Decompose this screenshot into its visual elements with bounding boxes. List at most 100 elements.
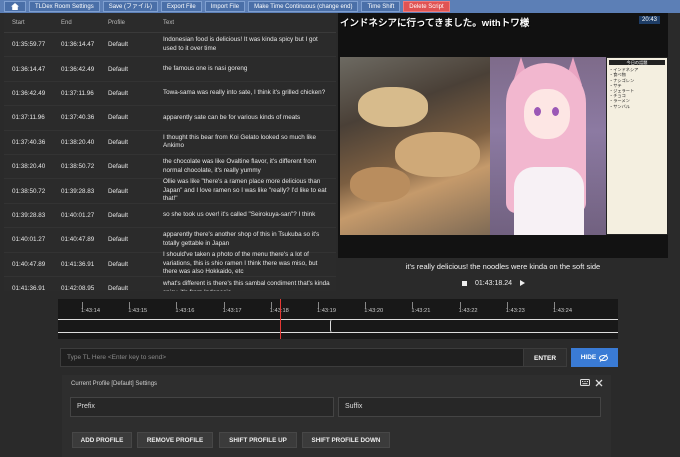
save-button[interactable]: Save (ファイル) — [102, 1, 159, 12]
row-profile: Default — [108, 187, 128, 195]
room-settings-button[interactable]: TLDex Room Settings — [29, 1, 100, 12]
table-row[interactable]: 01:36:42.49 01:37:11.96 Default Towa-sama w… — [4, 82, 336, 107]
make-time-continuous-button[interactable]: Make Time Continuous (change end) — [248, 1, 359, 12]
keyboard-icon[interactable] — [580, 379, 590, 386]
timeline-tick-label: 1:43:19 — [317, 308, 336, 314]
home-button[interactable] — [4, 1, 26, 12]
playhead[interactable] — [280, 299, 281, 339]
row-end-time: 01:40:01.27 — [61, 211, 95, 219]
table-row[interactable]: 01:40:01.27 01:40:47.89 Default apparently … — [4, 228, 336, 253]
row-start-time: 01:36:14.47 — [12, 65, 46, 73]
header-text: Text — [163, 19, 175, 26]
row-text: I should've taken a photo of the menu th… — [163, 251, 318, 276]
row-profile: Default — [108, 285, 128, 291]
current-subtitle: it's really delicious! the noodles were … — [405, 262, 601, 271]
table-row[interactable]: 01:37:40.36 01:38:20.40 Default I thought t… — [4, 131, 336, 155]
row-text: apparently sate can be for various kinds… — [163, 113, 301, 121]
video-letterbox — [338, 235, 668, 258]
row-text: I thought this bear from Koi Gelato look… — [163, 133, 316, 150]
topic-list: 今日の話題 ・インドネシア ・食べ物 ・ナシゴレン ・サテ ・ジェラート ・チョ… — [606, 57, 668, 235]
add-profile-button[interactable]: ADD PROFILE — [72, 432, 132, 448]
timeline-tick-label: 1:43:21 — [411, 308, 431, 314]
hide-label: HIDE — [580, 354, 597, 361]
row-profile: Default — [108, 41, 128, 49]
row-text: the famous one is nasi goreng — [163, 64, 248, 72]
row-end-time: 01:41:36.91 — [61, 260, 95, 268]
row-start-time: 01:37:40.36 — [12, 138, 46, 146]
table-row[interactable]: 01:40:47.89 01:41:36.91 Default I should've… — [4, 251, 336, 277]
row-text: Indonesian food is delicious! It was kin… — [163, 36, 318, 52]
row-text: so she took us over! it's called "Seirok… — [163, 211, 316, 219]
character-avatar — [490, 57, 606, 243]
profile-panel-icons — [580, 379, 603, 387]
delete-script-button[interactable]: Delete Script — [403, 1, 450, 12]
timeline[interactable]: 1:43:141:43:151:43:161:43:171:43:181:43:… — [58, 299, 618, 339]
timeline-tick-label: 1:43:20 — [364, 308, 384, 314]
remove-profile-button[interactable]: REMOVE PROFILE — [137, 432, 213, 448]
row-start-time: 01:38:50.72 — [12, 187, 46, 195]
row-end-time: 01:38:50.72 — [61, 163, 95, 171]
header-start: Start — [12, 19, 25, 26]
row-start-time: 01:39:28.83 — [12, 211, 46, 219]
top-toolbar: TLDex Room Settings Save (ファイル) Export F… — [0, 0, 680, 13]
table-body: 01:35:59.77 01:36:14.47 Default Indonesian … — [4, 33, 336, 291]
row-text: the chocolate was like Ovaltine flavor, … — [163, 158, 316, 174]
close-icon[interactable] — [595, 379, 603, 387]
topic-item: ・サンバル — [609, 103, 630, 109]
row-start-time: 01:36:42.49 — [12, 89, 46, 97]
timeline-tick-label: 1:43:24 — [553, 308, 572, 314]
table-row[interactable]: 01:38:20.40 01:38:50.72 Default the chocola… — [4, 155, 336, 180]
row-end-time: 01:40:47.89 — [61, 236, 95, 244]
timeline-tick-label: 1:43:16 — [175, 308, 195, 314]
shift-profile-down-button[interactable]: SHIFT PROFILE DOWN — [302, 432, 390, 448]
row-profile: Default — [108, 65, 128, 73]
timeline-tick-label: 1:43:23 — [505, 308, 525, 314]
row-end-time: 01:38:20.40 — [61, 138, 95, 146]
play-icon[interactable] — [519, 280, 525, 286]
row-end-time: 01:42:08.95 — [61, 285, 95, 291]
table-row[interactable]: 01:35:59.77 01:36:14.47 Default Indonesian … — [4, 33, 336, 58]
row-profile: Default — [108, 89, 128, 97]
time-shift-button[interactable]: Time Shift — [361, 1, 401, 12]
row-end-time: 01:37:11.96 — [61, 89, 94, 97]
row-profile: Default — [108, 114, 128, 122]
home-icon — [11, 3, 19, 10]
hide-button[interactable]: HIDE — [571, 348, 618, 367]
food-photo — [340, 57, 490, 235]
import-file-button[interactable]: Import File — [204, 1, 246, 12]
profile-settings-panel: Current Profile [Default] Settings Prefi… — [62, 375, 611, 457]
export-file-button[interactable]: Export File — [161, 1, 202, 12]
row-start-time: 01:35:59.77 — [12, 41, 46, 49]
row-text: Ollie was like "there's a ramen place mo… — [163, 178, 327, 203]
row-start-time: 01:41:36.91 — [12, 285, 46, 291]
tl-input[interactable]: Type TL Here <Enter key to send> — [60, 348, 548, 367]
profile-title: Current Profile [Default] Settings — [71, 381, 158, 387]
row-profile: Default — [108, 236, 128, 244]
timeline-track[interactable] — [58, 319, 618, 333]
table-row[interactable]: 01:36:14.47 01:36:42.49 Default the famous … — [4, 57, 336, 82]
prefix-field[interactable]: Prefix — [70, 397, 334, 417]
table-row[interactable]: 01:41:36.91 01:42:08.95 Default what's diff… — [4, 277, 336, 291]
shift-profile-up-button[interactable]: SHIFT PROFILE UP — [219, 432, 297, 448]
table-row[interactable]: 01:39:28.83 01:40:01.27 Default so she took… — [4, 204, 336, 229]
timeline-tick-label: 1:43:22 — [458, 308, 478, 314]
row-text: apparently there's another shop of this … — [163, 231, 320, 247]
video-player[interactable]: インドネシアに行ってきました。withトワ様 20:43 今日の話題 ・インドネ… — [338, 13, 668, 258]
player-controls: 01:43:18.24 — [462, 277, 552, 289]
table-row[interactable]: 01:38:50.72 01:39:28.83 Default Ollie was l… — [4, 178, 336, 204]
header-end: End — [61, 19, 72, 26]
suffix-field[interactable]: Suffix — [338, 397, 601, 417]
transcript-table: Start End Profile Text 01:35:59.77 01:36:… — [4, 13, 336, 291]
header-profile: Profile — [108, 19, 126, 26]
current-time: 01:43:18.24 — [475, 279, 512, 287]
row-profile: Default — [108, 138, 128, 146]
row-start-time: 01:40:01.27 — [12, 236, 46, 244]
stop-icon[interactable] — [462, 280, 467, 286]
row-profile: Default — [108, 163, 128, 171]
enter-button[interactable]: ENTER — [523, 348, 567, 367]
timeline-block-boundary[interactable] — [330, 319, 333, 333]
table-row[interactable]: 01:37:11.96 01:37:40.36 Default apparently … — [4, 106, 336, 131]
timeline-tick-label: 1:43:14 — [81, 308, 100, 314]
row-profile: Default — [108, 260, 128, 268]
timeline-tick-label: 1:43:15 — [128, 308, 148, 314]
